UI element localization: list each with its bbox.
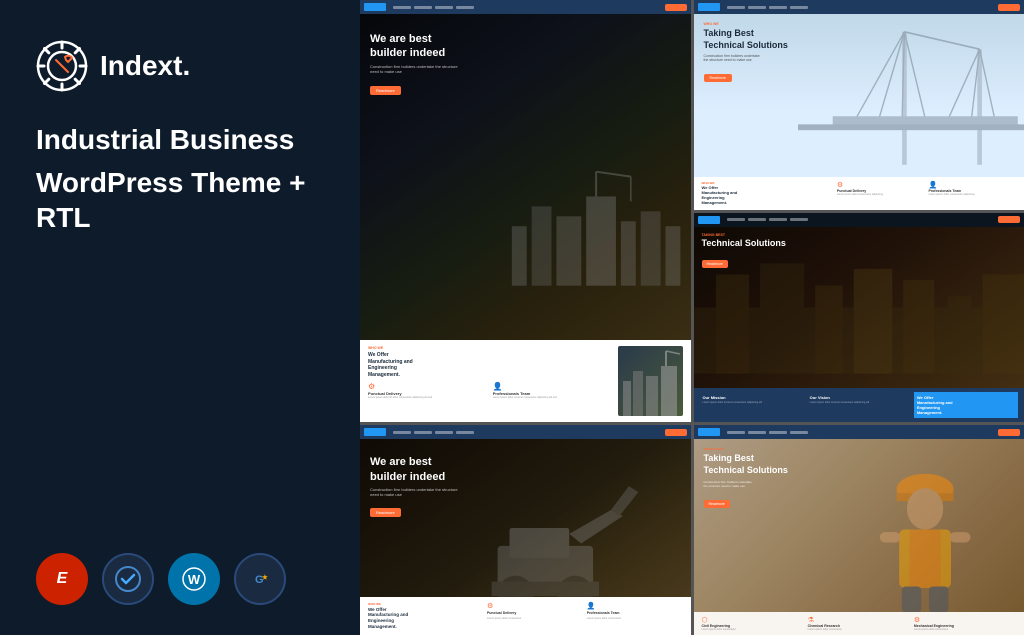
sc3-hero-title: Taking BestTechnical Solutions: [704, 28, 1015, 51]
sc3-services: Who We We OfferManufacturing andEngineer…: [694, 177, 1024, 210]
logo-icon: [36, 40, 88, 92]
sc1-services-title: We OfferManufacturing andEngineeringMana…: [368, 352, 612, 378]
sc5-hero-btn[interactable]: Readmore: [704, 500, 730, 508]
sc3-nav: [694, 0, 1024, 14]
sc4-hero: TAKING BEST Technical Solutions Readmore: [694, 227, 1024, 388]
sc1-services-img: [618, 346, 683, 416]
logo-text: Indext.: [100, 50, 190, 82]
sc4-services: Our Mission Lorem ipsum dolor sit amet c…: [694, 388, 1024, 423]
tagline-line2: WordPress Theme + RTL: [36, 165, 324, 235]
sc1-nav-logo: [364, 3, 386, 11]
sc1-hero-btn[interactable]: Readmore: [370, 86, 401, 95]
sc1-nav: [360, 0, 691, 14]
wordpress-icon: W: [168, 553, 220, 605]
sc1-hero-subtitle: Construction firm builders undertake the…: [370, 64, 681, 74]
sc4-hero-btn[interactable]: Readmore: [702, 260, 728, 268]
logo-area: Indext.: [36, 40, 324, 92]
sc1-hero-title: We are bestbuilder indeed: [370, 32, 681, 61]
sc2-hero-btn[interactable]: Readmore: [370, 508, 401, 517]
screenshot-2: We are bestbuilder indeed Construction f…: [360, 425, 691, 635]
screenshot-1: We are bestbuilder indeed Construction f…: [360, 0, 691, 422]
plugin-icons-row: E W G: [36, 553, 324, 605]
sc5-services: ⬡ Civil Engineering Lorem ipsum dolor co…: [694, 612, 1024, 635]
translate-icon: G: [234, 553, 286, 605]
svg-text:G: G: [255, 574, 264, 586]
screenshot-3: WHO WE Taking BestTechnical Solutions Co…: [694, 0, 1024, 210]
sc5-hero-title: Taking BestTechnical Solutions: [704, 453, 1015, 476]
sc2-nav-btn: [665, 429, 687, 436]
sc2-hero: We are bestbuilder indeed Construction f…: [360, 439, 691, 596]
sc1-nav-btn: [665, 4, 687, 11]
left-panel: Indext. Industrial Business WordPress Th…: [0, 0, 360, 635]
svg-text:W: W: [188, 572, 201, 587]
sc4-offer-box: We OfferManufacturing andEngineeringMana…: [914, 392, 1018, 419]
screenshot-4: TAKING BEST Technical Solutions Readmore…: [694, 213, 1024, 423]
sc2-services: Who We We OfferManufacturing andEngineer…: [360, 597, 691, 635]
sc2-nav: [360, 425, 691, 439]
screenshot-5: TAKING BEST Taking BestTechnical Solutio…: [694, 425, 1024, 635]
checkmark-icon: [102, 553, 154, 605]
sc5-nav: [694, 425, 1024, 439]
tagline-line1: Industrial Business: [36, 122, 324, 157]
sc5-hero: TAKING BEST Taking BestTechnical Solutio…: [694, 439, 1024, 612]
sc1-services: Who We We OfferManufacturing andEngineer…: [360, 340, 691, 422]
sc4-nav: [694, 213, 1024, 227]
sc1-hero: We are bestbuilder indeed Construction f…: [360, 14, 691, 340]
elementor-icon: E: [36, 553, 88, 605]
sc3-hero-btn[interactable]: Readmore: [704, 74, 732, 82]
sc1-hero-content: We are bestbuilder indeed Construction f…: [360, 14, 691, 105]
screenshots-grid: We are bestbuilder indeed Construction f…: [360, 0, 1024, 635]
sc4-hero-title: Technical Solutions: [702, 238, 1017, 250]
sc3-hero: WHO WE Taking BestTechnical Solutions Co…: [694, 14, 1024, 177]
